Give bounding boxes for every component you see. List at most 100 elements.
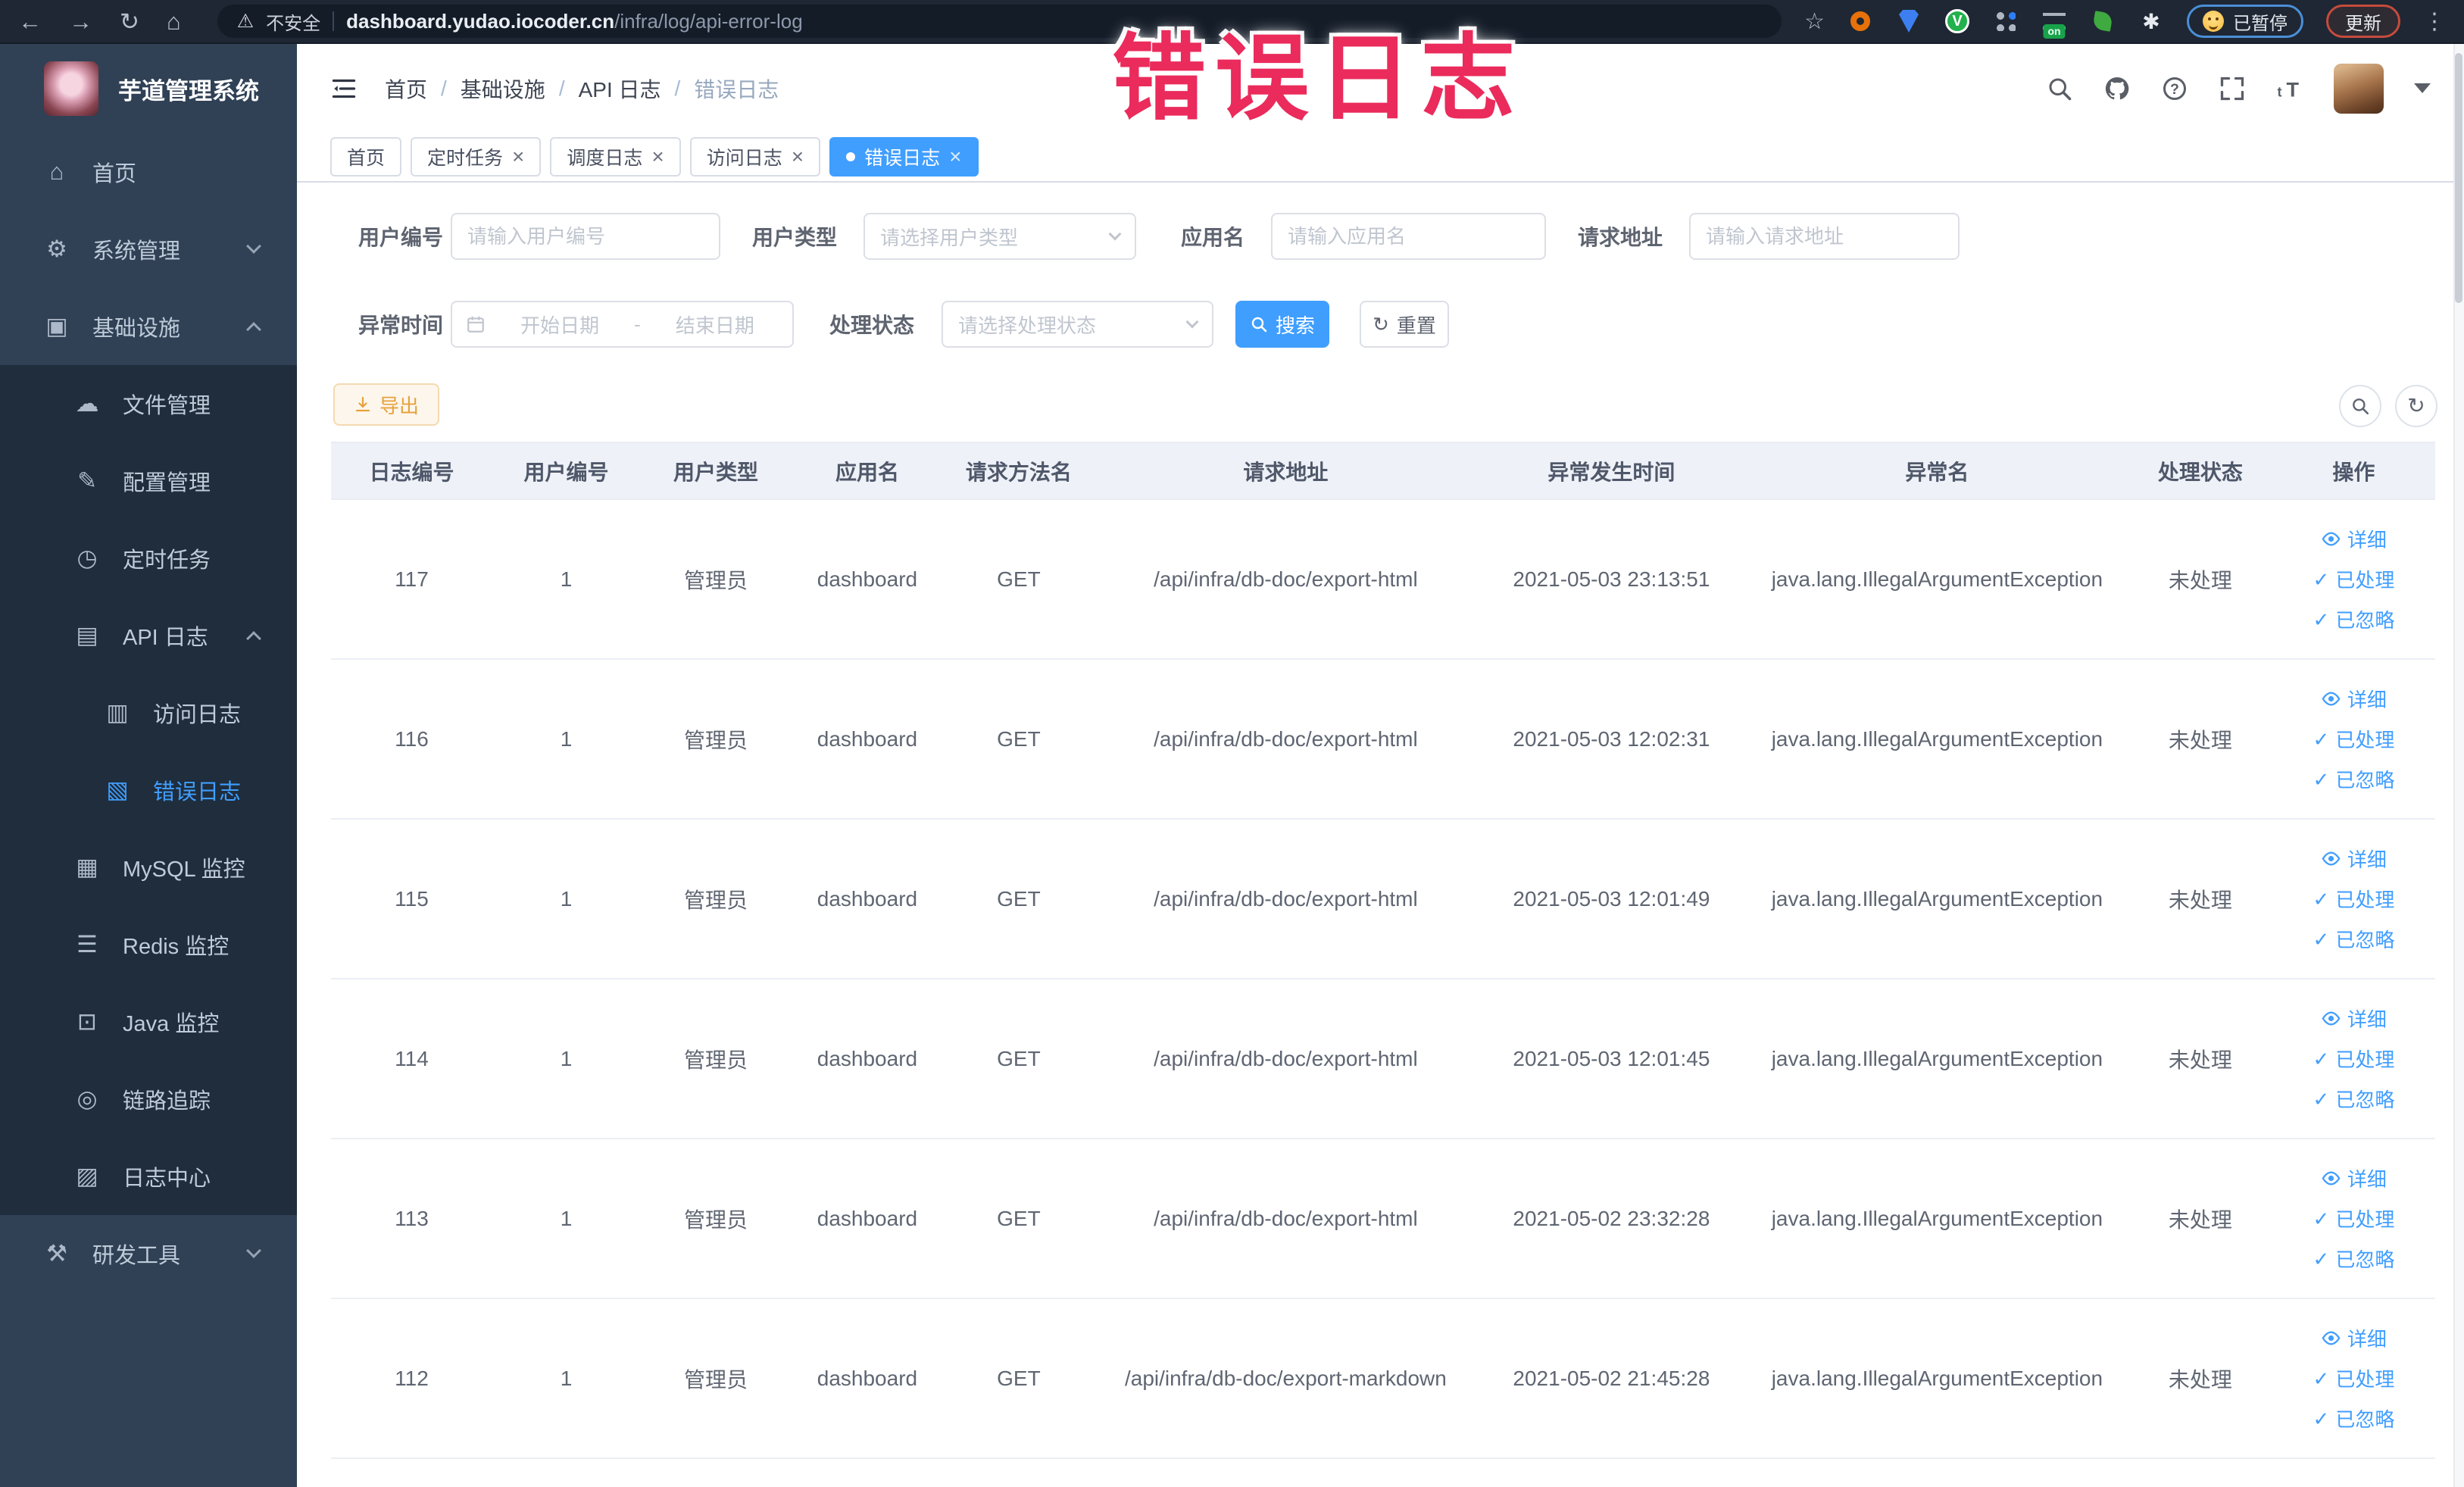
tab-错误日志[interactable]: 错误日志 × [829, 137, 979, 177]
processed-link[interactable]: ✓ 已处理 [2313, 1045, 2395, 1073]
user-type-select[interactable]: 请选择用户类型 [863, 213, 1136, 260]
breadcrumb-item[interactable]: 首页 [385, 73, 427, 104]
detail-link[interactable]: 详细 [2321, 525, 2387, 553]
op-link-label: 已处理 [2335, 569, 2395, 592]
tab-close-icon[interactable]: × [651, 145, 664, 167]
green-v-extension-icon[interactable]: V [1944, 8, 1970, 34]
sidebar-item-java[interactable]: ⊡ Java 监控 [0, 983, 297, 1061]
tab-close-icon[interactable]: × [512, 145, 524, 167]
tab-访问日志[interactable]: 访问日志 × [689, 137, 821, 177]
op-link-label: 详细 [2347, 689, 2387, 711]
sidebar-item-logcenter[interactable]: ▨ 日志中心 [0, 1138, 297, 1215]
process-status-select[interactable]: 请选择处理状态 [942, 301, 1213, 348]
check-icon: ✓ [2313, 887, 2330, 911]
cell-url: /api/infra/db-doc/export-html [1154, 1046, 1418, 1070]
address-bar[interactable]: ⚠ 不安全 dashboard.yudao.iocoder.cn/infra/l… [217, 5, 1782, 38]
sidebar-item-api[interactable]: ▤ API 日志 [0, 597, 297, 674]
sidebar-item-redis[interactable]: ☰ Redis 监控 [0, 906, 297, 983]
cell-operations: 详细 ✓ 已处理 ✓ 已忽略 [2272, 1164, 2435, 1273]
tab-首页[interactable]: 首页 [330, 137, 402, 177]
page-scrollbar[interactable] [2453, 44, 2464, 1487]
processed-link[interactable]: ✓ 已处理 [2313, 565, 2395, 593]
leaf-extension-icon[interactable] [2090, 8, 2116, 34]
profile-paused-chip[interactable]: 已暂停 [2187, 5, 2303, 38]
forward-icon[interactable]: → [69, 10, 92, 33]
shield-extension-icon[interactable] [1896, 8, 1922, 34]
orange-ring-extension-icon[interactable] [1847, 8, 1873, 34]
font-size-icon[interactable]: tT [2276, 75, 2303, 102]
table-row: 114 1 管理员 dashboard GET/api/infra/db-doc/exp… [331, 979, 2435, 1139]
app-logo[interactable]: 芋道管理系统 [0, 44, 297, 133]
processed-link[interactable]: ✓ 已处理 [2313, 1364, 2395, 1392]
detail-link[interactable]: 详细 [2321, 1164, 2387, 1192]
user-id-input[interactable] [451, 213, 720, 260]
ignored-link[interactable]: ✓ 已忽略 [2313, 925, 2395, 953]
breadcrumb-item[interactable]: API 日志 [579, 73, 661, 104]
ignored-link[interactable]: ✓ 已忽略 [2313, 765, 2395, 793]
back-icon[interactable]: ← [18, 10, 42, 33]
browser-home-icon[interactable]: ⌂ [167, 10, 181, 33]
help-icon[interactable]: ? [2161, 75, 2188, 102]
processed-link[interactable]: ✓ 已处理 [2313, 725, 2395, 753]
sidebar-item-trace[interactable]: ◎ 链路追踪 [0, 1061, 297, 1138]
sidebar-item-label: MySQL 监控 [123, 858, 245, 882]
app-name-input[interactable] [1271, 213, 1546, 260]
ignored-link[interactable]: ✓ 已忽略 [2313, 1404, 2395, 1432]
detail-link[interactable]: 详细 [2321, 685, 2387, 713]
sidebar-item-mysql[interactable]: ▦ MySQL 监控 [0, 829, 297, 906]
user-menu-caret-icon[interactable] [2414, 83, 2431, 93]
github-icon[interactable] [2103, 75, 2131, 102]
detail-link[interactable]: 详细 [2321, 1324, 2387, 1352]
sidebar-item-config[interactable]: ✎ 配置管理 [0, 442, 297, 520]
ignored-link[interactable]: ✓ 已忽略 [2313, 1085, 2395, 1113]
sidebar-item-file[interactable]: ☁ 文件管理 [0, 365, 297, 442]
table-row: 115 1 管理员 dashboard GET/api/infra/db-doc/exp… [331, 820, 2435, 979]
cell-operations: 详细 ✓ 已处理 ✓ 已忽略 [2272, 525, 2435, 633]
grid-extension-icon[interactable] [1993, 8, 2019, 34]
column-header-异常发生时间: 异常发生时间 [1547, 460, 1675, 484]
search-button[interactable]: 搜索 [1235, 301, 1329, 348]
browser-menu-icon[interactable]: ⋮ [2423, 8, 2446, 35]
breadcrumb-separator: / [441, 76, 447, 100]
sidebar-item-label: API 日志 [123, 626, 208, 650]
column-header-操作: 操作 [2332, 460, 2375, 484]
cell-url: /api/infra/db-doc/export-html [1154, 567, 1418, 591]
export-button-label: 导出 [379, 394, 419, 417]
exception-time-range-picker[interactable]: 开始日期 - 结束日期 [451, 301, 794, 348]
scrollbar-thumb[interactable] [2455, 53, 2462, 303]
reset-button[interactable]: ↻ 重置 [1360, 301, 1449, 348]
cell-exception: java.lang.IllegalArgumentException [1771, 1206, 2103, 1230]
export-button[interactable]: 导出 [333, 383, 439, 426]
extensions-puzzle-icon[interactable]: ✱ [2138, 8, 2164, 34]
tab-调度日志[interactable]: 调度日志 × [550, 137, 681, 177]
refresh-table-button[interactable]: ↻ [2395, 385, 2437, 427]
tab-close-icon[interactable]: × [949, 145, 961, 167]
sidebar-item-error[interactable]: ▧ 错误日志 [0, 751, 297, 829]
tab-定时任务[interactable]: 定时任务 × [411, 137, 542, 177]
processed-link[interactable]: ✓ 已处理 [2313, 885, 2395, 913]
switch-extension-icon[interactable]: on [2041, 8, 2067, 39]
detail-link[interactable]: 详细 [2321, 1004, 2387, 1032]
browser-update-button[interactable]: 更新 [2326, 5, 2400, 38]
user-avatar[interactable] [2334, 63, 2384, 114]
breadcrumb-item[interactable]: 基础设施 [461, 73, 545, 104]
processed-link[interactable]: ✓ 已处理 [2313, 1204, 2395, 1232]
collapse-sidebar-icon[interactable] [330, 75, 358, 102]
reload-icon[interactable]: ↻ [120, 10, 139, 33]
detail-link[interactable]: 详细 [2321, 845, 2387, 873]
search-icon[interactable] [2046, 75, 2073, 102]
bookmark-star-icon[interactable]: ☆ [1804, 8, 1825, 35]
sidebar-item-infra[interactable]: ▣ 基础设施 [0, 288, 297, 365]
sidebar-item-home[interactable]: ⌂ 首页 [0, 133, 297, 211]
sidebar-item-tools[interactable]: ⚒ 研发工具 [0, 1215, 297, 1292]
fullscreen-icon[interactable] [2219, 75, 2246, 102]
sidebar-item-gear[interactable]: ⚙ 系统管理 [0, 211, 297, 288]
ignored-link[interactable]: ✓ 已忽略 [2313, 605, 2395, 633]
tab-close-icon[interactable]: × [792, 145, 804, 167]
sidebar-item-access[interactable]: ▥ 访问日志 [0, 674, 297, 751]
ignored-link[interactable]: ✓ 已忽略 [2313, 1245, 2395, 1273]
request-url-input[interactable] [1689, 213, 1960, 260]
toggle-search-button[interactable] [2339, 385, 2381, 427]
sidebar-item-cron[interactable]: ◷ 定时任务 [0, 520, 297, 597]
cell-status: 未处理 [2168, 728, 2232, 752]
